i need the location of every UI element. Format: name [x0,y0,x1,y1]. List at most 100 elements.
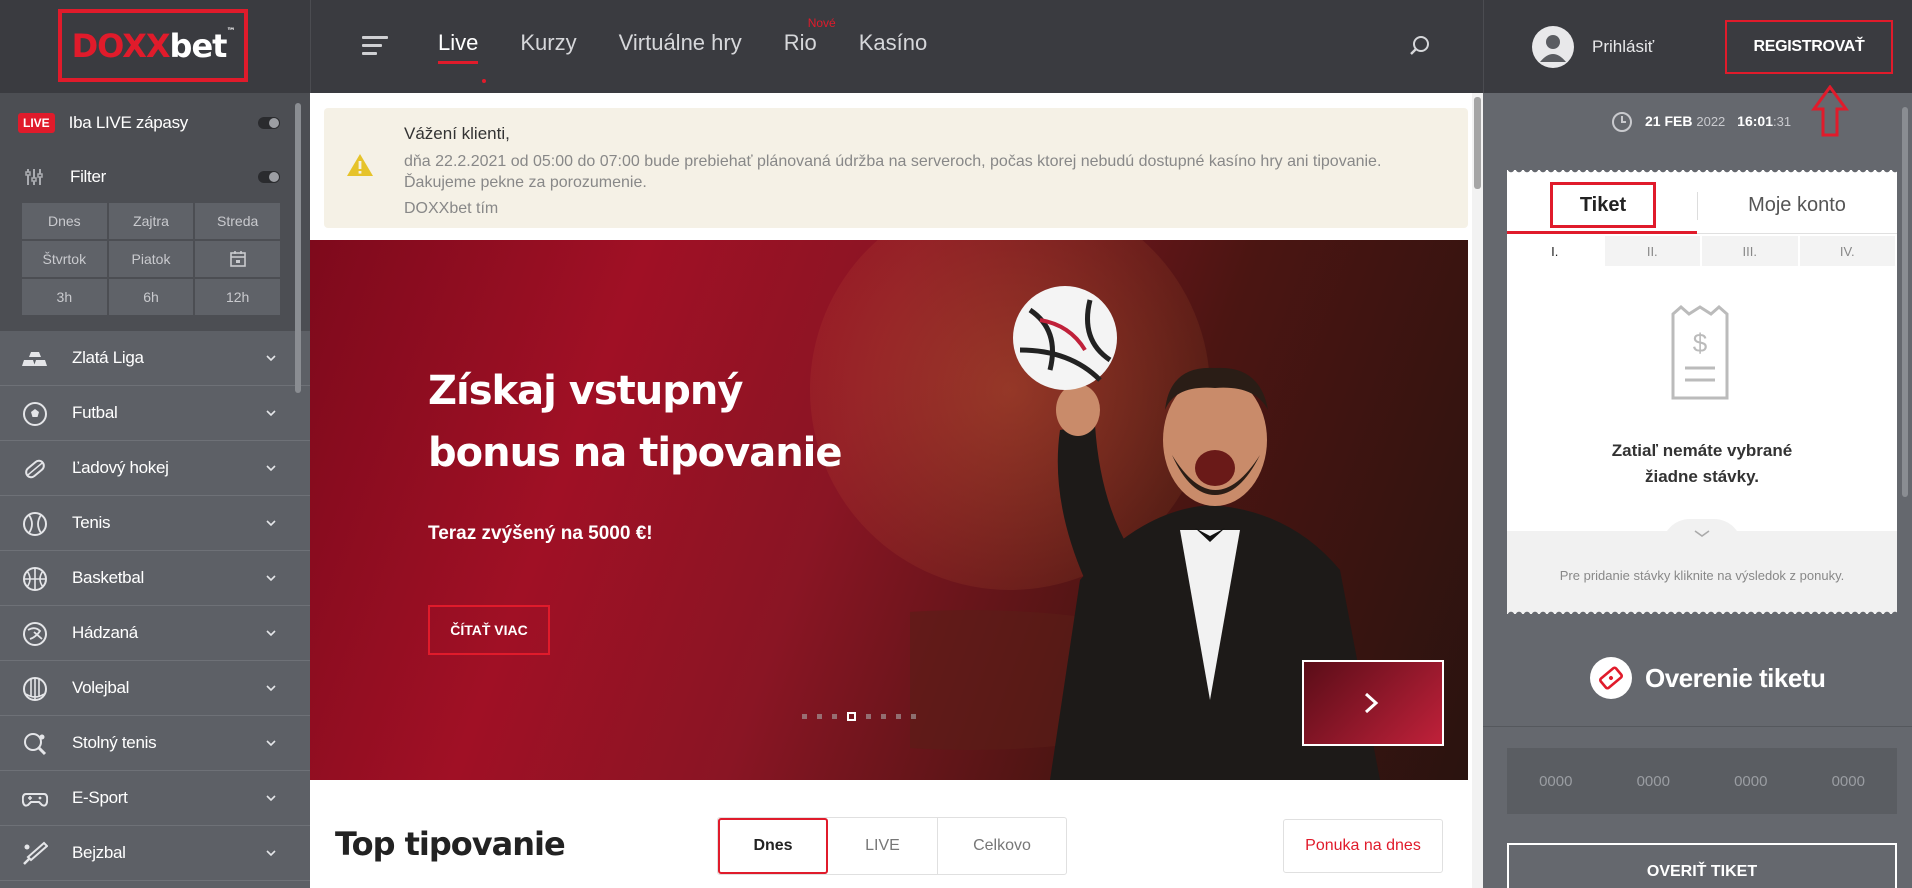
chevron-down-icon [266,740,276,747]
verify-ticket-button[interactable]: OVERIŤ TIKET [1507,843,1897,888]
sport-label: Tenis [72,513,111,532]
carousel-dot[interactable] [832,714,837,719]
filter-zajtra[interactable]: Zajtra [108,203,194,239]
filter-piatok[interactable]: Piatok [108,241,194,277]
sport-e-sport[interactable]: E-Sport [0,771,310,826]
nav-kasino[interactable]: Kasíno [859,30,928,70]
sport-label: Bejzbal [72,843,126,862]
filter-dnes[interactable]: Dnes [22,203,107,239]
carousel-dot[interactable] [866,714,871,719]
promo-banner[interactable]: Získaj vstupný bonus na tipovanie Teraz … [310,240,1468,780]
live-only-row[interactable]: LIVE Iba LIVE zápasy [18,111,188,135]
sport-label: Stolný tenis [72,733,157,752]
code-input-3[interactable]: 0000 [1734,773,1767,790]
nav-kurzy-label: Kurzy [520,30,577,55]
right-panel-scrollbar[interactable] [1902,107,1908,497]
slot-4[interactable]: IV. [1799,236,1897,266]
filter-calendar[interactable] [195,241,280,277]
tab-ticket[interactable]: Tiket [1507,176,1697,234]
search-icon[interactable] [1408,34,1432,58]
date-time: 21 FEB 2022 16:01:31 [1645,113,1791,129]
sport-volejbal[interactable]: Volejbal [0,661,310,716]
carousel-dot[interactable] [911,714,916,719]
ticket-verification-title: Overenie tiketu [1645,663,1826,693]
register-button[interactable]: REGISTROVAŤ [1725,20,1893,74]
scroll-thumb[interactable] [1474,97,1481,189]
live-only-label: Iba LIVE zápasy [68,113,189,132]
divider [310,0,311,93]
top-betting-tabs: Dnes LIVE Celkovo [717,817,1067,875]
sport-tenis[interactable]: Tenis [0,496,310,551]
empty-line-1: Zatiaľ nemáte vybrané [1611,441,1793,460]
chevron-right-icon [1364,692,1379,714]
sport-stolny-tenis[interactable]: Stolný tenis [0,716,310,771]
nav-virtualne-hry[interactable]: Virtuálne hry [619,30,742,70]
sport-label: Basketbal [72,568,144,587]
nav-rio[interactable]: Nové Rio [784,16,836,70]
filter-streda[interactable]: Streda [195,203,280,239]
chevron-down-icon [266,410,276,417]
user-avatar-icon[interactable] [1532,26,1574,68]
nav-kurzy[interactable]: Kurzy [520,30,576,70]
sport-hadzana[interactable]: Hádzaná [0,606,310,661]
slot-3[interactable]: III. [1702,236,1800,266]
filter-6h[interactable]: 6h [108,279,194,315]
carousel-dot[interactable] [881,714,886,719]
carousel-dot[interactable] [802,714,807,719]
arrow-up-annotation-icon [1811,85,1849,137]
sidebar-scrollbar[interactable] [295,103,301,393]
tab-live[interactable]: LIVE [828,818,938,874]
today-offer-button[interactable]: Ponuka na dnes [1283,819,1443,873]
sports-sidebar: LIVE Iba LIVE zápasy Filter Dnes Zajtra … [0,93,310,888]
filter-3h[interactable]: 3h [22,279,107,315]
ticket-card: Tiket Moje konto I. II. III. IV. $ Zatia… [1507,176,1897,606]
sport-label: Volejbal [72,678,130,697]
ticket-slots: I. II. III. IV. [1507,236,1897,266]
logo[interactable]: DOXXbet™ [58,9,248,82]
nav-live[interactable]: Live [438,30,486,83]
tab-celkovo[interactable]: Celkovo [938,818,1066,874]
next-slide-thumbnail[interactable] [1302,660,1444,746]
main-content: Vážení klienti, dňa 22.2.2021 od 05:00 d… [310,93,1483,888]
banner-title: Získaj vstupný bonus na tipovanie [428,368,843,476]
filter-row[interactable]: Filter [24,165,106,189]
sport-zlata-liga[interactable]: Zlatá Liga [0,331,310,386]
active-dot [482,79,486,83]
carousel-dot-active[interactable] [847,712,856,721]
login-link[interactable]: Prihlásiť [1592,37,1654,57]
gamepad-icon [22,793,48,807]
tab-my-account[interactable]: Moje konto [1697,176,1897,234]
banner-subtitle: Teraz zvýšený na 5000 €! [428,523,653,544]
filter-toggle[interactable] [258,171,280,183]
notice-body: dňa 22.2.2021 od 05:00 do 07:00 bude pre… [404,151,1381,193]
slot-2[interactable]: II. [1604,236,1702,266]
baseball-bat-icon [23,841,48,865]
sport-label: Zlatá Liga [72,348,144,367]
main-nav: Live Kurzy Virtuálne hry Nové Rio Kasíno [438,16,969,83]
sports-list: Zlatá Liga Futbal Ľadový hokej Tenis Bas… [0,331,310,881]
sport-ladovy-hokej[interactable]: Ľadový hokej [0,441,310,496]
basketball-icon [23,567,47,591]
sport-bejzbal[interactable]: Bejzbal [0,826,310,881]
sport-label: Futbal [72,403,118,422]
sport-basketbal[interactable]: Basketbal [0,551,310,606]
code-input-2[interactable]: 0000 [1637,773,1670,790]
read-more-button[interactable]: ČÍTAŤ VIAC [428,605,550,655]
filter-stvrtok[interactable]: Štvrtok [22,241,107,277]
main-scrollbar[interactable] [1472,93,1483,888]
carousel-dot[interactable] [817,714,822,719]
warning-icon [347,154,373,176]
filter-12h[interactable]: 12h [195,279,280,315]
sport-futbal[interactable]: Futbal [0,386,310,441]
live-only-toggle[interactable] [258,117,280,129]
slot-1[interactable]: I. [1507,236,1605,266]
code-input-4[interactable]: 0000 [1832,773,1865,790]
carousel-dot[interactable] [896,714,901,719]
ticket-hint: Pre pridanie stávky kliknite na výsledok… [1559,568,1845,583]
code-input-1[interactable]: 0000 [1539,773,1572,790]
tab-dnes[interactable]: Dnes [718,818,828,874]
chevron-down-icon [266,850,276,857]
hamburger-menu-icon[interactable] [362,36,388,56]
table-tennis-icon [24,733,47,756]
ticket-notch[interactable] [1662,519,1742,547]
